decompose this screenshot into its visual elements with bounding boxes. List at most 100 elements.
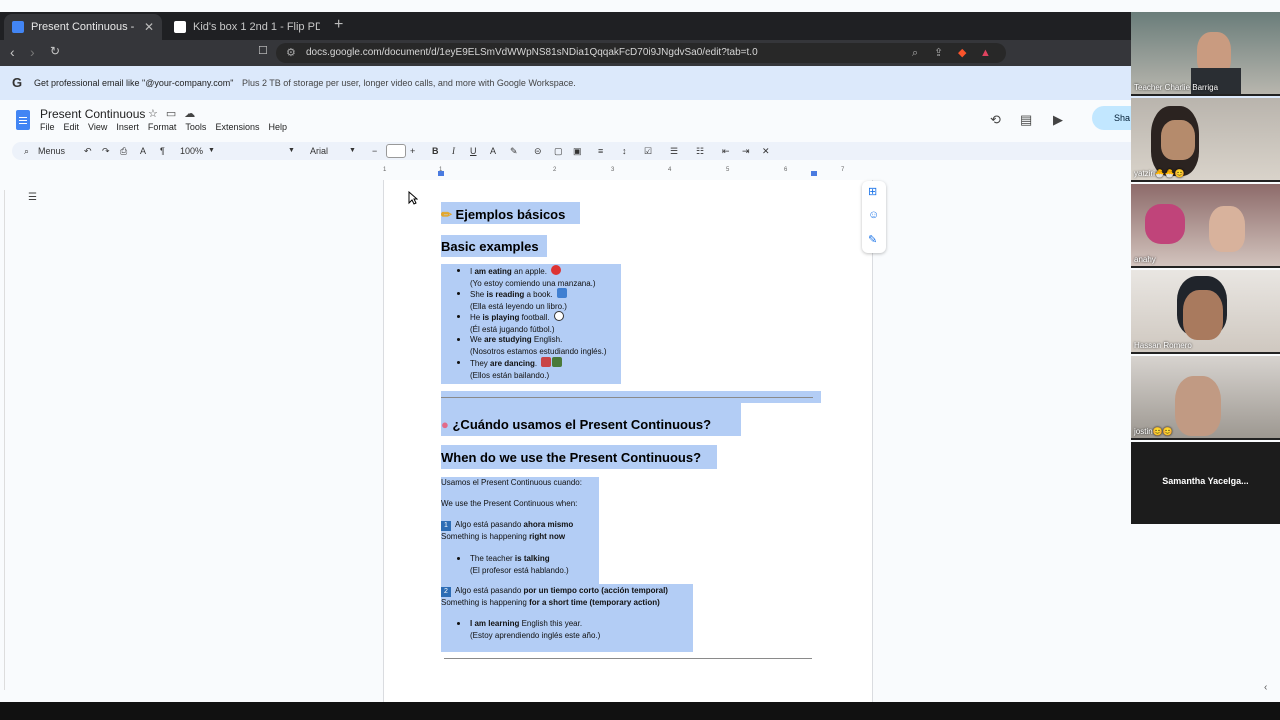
heading-basic-examples-es: ✏ Ejemplos básicos (441, 207, 565, 223)
numbered-list-icon[interactable]: ☷ (696, 144, 704, 158)
highlight-icon[interactable]: ✎ (510, 144, 518, 158)
example-verb: is reading (486, 290, 525, 299)
page-favicon-icon (174, 21, 186, 33)
print-icon[interactable]: ⎙ (120, 144, 127, 158)
chevron-down-icon[interactable]: ▼ (288, 144, 295, 158)
share-page-icon[interactable]: ⇪ (934, 43, 943, 63)
redo-icon[interactable]: ↷ (102, 144, 110, 158)
pencil-icon: ✏ (441, 207, 452, 222)
site-info-icon[interactable]: ⚙ (286, 43, 296, 63)
clear-formatting-icon[interactable]: ✕ (762, 144, 770, 158)
menu-format[interactable]: Format (148, 122, 177, 132)
chevron-down-icon[interactable]: ▼ (208, 144, 215, 158)
horizontal-ruler[interactable]: 1 1 2 3 4 5 6 7 (383, 166, 873, 178)
example-translation: (Estoy aprendiendo inglés este año.) (470, 630, 601, 640)
forward-icon[interactable]: › (30, 44, 35, 60)
menu-view[interactable]: View (88, 122, 107, 132)
paint-format-icon[interactable]: ¶ (160, 144, 165, 158)
reload-icon[interactable]: ↻ (50, 44, 60, 58)
decrease-font-icon[interactable]: − (372, 144, 377, 158)
font-size-input[interactable] (386, 144, 406, 158)
ruler-number: 2 (553, 167, 557, 173)
browser-tab-docs[interactable]: Present Continuous - Google Do ✕ (4, 14, 162, 40)
participant-tile[interactable]: anahy (1131, 184, 1280, 268)
back-icon[interactable]: ‹ (10, 44, 15, 60)
list-item: I am eating an apple. (Yo estoy comiendo… (457, 265, 596, 289)
document-outline-icon[interactable]: ☰ (28, 192, 37, 203)
title-actions: ☆▭☁ (148, 107, 203, 120)
bookmark-icon[interactable]: ☐ (258, 44, 268, 57)
increase-indent-icon[interactable]: ⇥ (742, 144, 750, 158)
participant-tile[interactable]: Teacher Charlie Barriga (1131, 12, 1280, 96)
menu-help[interactable]: Help (268, 122, 287, 132)
list-item: They are dancing. (Ellos están bailando.… (456, 357, 563, 381)
list-item: The teacher is talking (El profesor está… (457, 553, 569, 576)
cloud-status-icon[interactable]: ☁ (184, 108, 203, 120)
version-history-icon[interactable]: ⟲ (990, 112, 1001, 128)
add-comment-icon[interactable]: ⊞ (868, 185, 877, 198)
italic-icon[interactable]: I (452, 144, 455, 158)
move-folder-icon[interactable]: ▭ (166, 108, 184, 120)
star-icon[interactable]: ☆ (148, 108, 166, 120)
font-select[interactable]: Arial (310, 144, 328, 158)
decrease-indent-icon[interactable]: ⇤ (722, 144, 730, 158)
address-bar[interactable]: ⚙ docs.google.com/document/d/1eyE9ELSmVd… (276, 43, 1006, 63)
menu-file[interactable]: File (40, 122, 55, 132)
brave-shield-icon[interactable]: ◆ (958, 43, 966, 63)
participant-video (1183, 290, 1223, 340)
participant-tile[interactable]: Samantha Yacelga... (1131, 442, 1280, 524)
link-icon[interactable]: ⊝ (534, 144, 542, 158)
list-item: She is reading a book. (Ella está leyend… (457, 288, 567, 312)
example-verb: am eating (474, 267, 512, 276)
collapse-panel-icon[interactable]: ‹ (1264, 682, 1267, 693)
spellcheck-icon[interactable]: A (140, 144, 146, 158)
example-pre: We (470, 335, 485, 344)
canvas-left (0, 180, 383, 702)
menu-insert[interactable]: Insert (116, 122, 139, 132)
search-icon[interactable]: ⌕ (24, 144, 29, 158)
document-title[interactable]: Present Continuous (40, 107, 145, 121)
browser-tab-flipbuilder[interactable]: Kid's box 1 2nd 1 - Flip PDF | FlipBuil (166, 14, 328, 40)
menus-search[interactable]: Menus (38, 144, 65, 158)
align-icon[interactable]: ≡ (598, 144, 603, 158)
suggest-edits-icon[interactable]: ✎ (868, 233, 877, 246)
ruler-number: 5 (726, 167, 730, 173)
example-verb: I am learning (470, 619, 520, 628)
bold-icon[interactable]: B (432, 144, 439, 158)
increase-font-icon[interactable]: + (410, 144, 415, 158)
example-verb: are studying (484, 335, 532, 344)
menu-extensions[interactable]: Extensions (215, 122, 259, 132)
underline-icon[interactable]: U (470, 144, 477, 158)
comments-icon[interactable]: ▤ (1020, 112, 1032, 128)
emoji-reaction-icon[interactable]: ☺ (868, 209, 879, 221)
new-tab-icon[interactable]: + (334, 16, 343, 34)
example-verb: are dancing (490, 359, 535, 368)
menu-tools[interactable]: Tools (185, 122, 206, 132)
participant-tile[interactable]: Hassan Romero (1131, 270, 1280, 354)
right-indent-marker[interactable] (811, 171, 817, 176)
bulleted-list-icon[interactable]: ☰ (670, 144, 678, 158)
text-color-icon[interactable]: A (490, 144, 496, 158)
docs-home-icon[interactable] (16, 110, 30, 130)
case-text: Algo está pasando (455, 586, 524, 595)
undo-icon[interactable]: ↶ (84, 144, 92, 158)
zoom-icon[interactable]: ⌕ (912, 43, 918, 63)
example-post: . (534, 359, 538, 368)
participant-tile[interactable]: jostin😊😊 (1131, 356, 1280, 440)
close-icon[interactable]: ✕ (144, 20, 154, 34)
participant-video (1175, 376, 1221, 436)
insert-image-icon[interactable]: ▣ (573, 144, 582, 158)
line-spacing-icon[interactable]: ↕ (622, 144, 627, 158)
checklist-icon[interactable]: ☑ (644, 144, 652, 158)
brave-rewards-icon[interactable]: ▲ (980, 43, 991, 63)
document-page[interactable]: ✏ Ejemplos básicos Basic examples I am e… (383, 180, 873, 702)
chevron-down-icon[interactable]: ▼ (349, 144, 356, 158)
case-bold: right now (529, 532, 566, 541)
ruler-number: 4 (668, 167, 672, 173)
menu-edit[interactable]: Edit (64, 122, 80, 132)
ruler-number: 1 (439, 167, 443, 173)
participant-tile[interactable]: yatziri🐣🐣😊 (1131, 98, 1280, 182)
add-comment-icon[interactable]: ▢ (554, 144, 563, 158)
meet-icon[interactable]: ▶ (1053, 112, 1063, 128)
zoom-select[interactable]: 100% (180, 144, 203, 158)
